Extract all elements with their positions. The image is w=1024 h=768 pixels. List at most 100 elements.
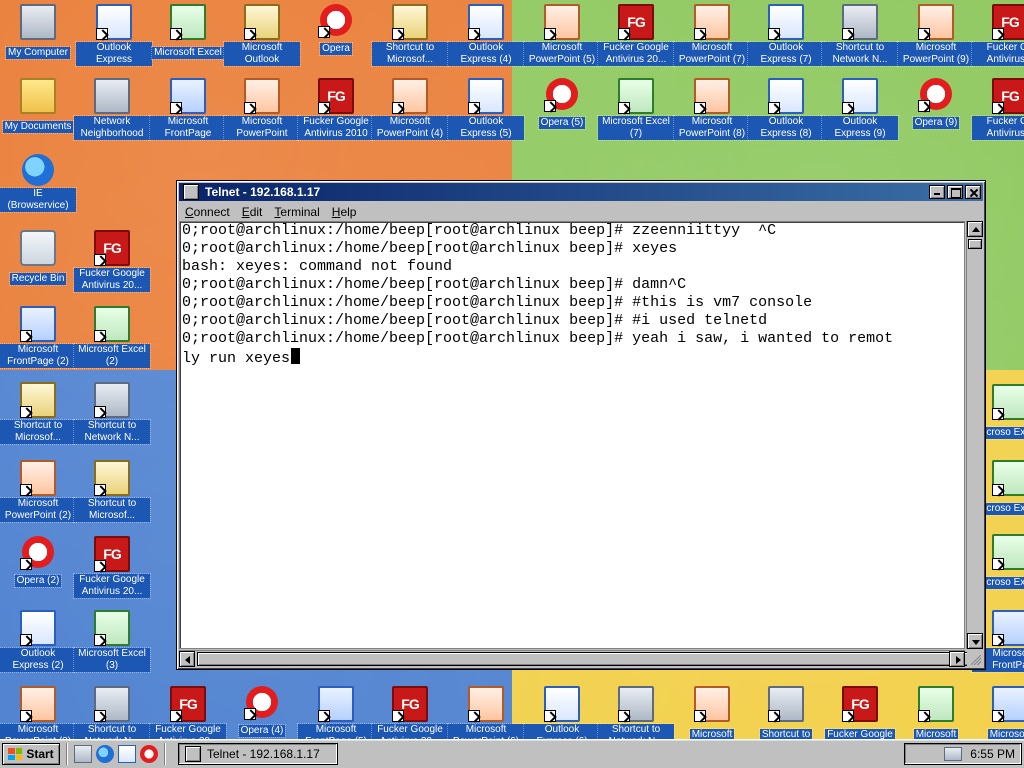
- desktop-icon[interactable]: Fucker Go Antivirus 2: [971, 74, 1024, 146]
- desktop-icon[interactable]: Microsoft Excel: [150, 0, 226, 72]
- desktop-icon[interactable]: Microsoft PowerPoint (5): [523, 0, 601, 72]
- desktop-icon[interactable]: Microsoft PowerPoint (8): [673, 74, 751, 146]
- desktop-icon[interactable]: Microsoft: [972, 682, 1024, 740]
- taskbar-button-telnet[interactable]: Telnet - 192.168.1.17: [178, 743, 338, 765]
- desktop-icon[interactable]: Opera: [298, 0, 374, 72]
- desktop-icon[interactable]: Outlook Express (7): [747, 0, 825, 72]
- desktop-icon[interactable]: Microsoft PowerPoint (9): [897, 0, 975, 72]
- horizontal-scrollbar[interactable]: [179, 650, 971, 667]
- desktop-icon[interactable]: Fucker Go Antivirus 2: [971, 0, 1024, 72]
- desktop-icon[interactable]: Network Neighborhood: [73, 74, 151, 146]
- scroll-down-button[interactable]: [967, 633, 983, 649]
- resize-grip[interactable]: [967, 651, 983, 667]
- desktop-icon[interactable]: Shortcut to Network N...: [73, 378, 151, 450]
- desktop-icon[interactable]: Shortcut to Network N...: [597, 682, 675, 740]
- desktop-icon[interactable]: Microsoft PowerPoint: [223, 74, 301, 146]
- shortcut-arrow-icon: [544, 710, 556, 722]
- desktop-icon[interactable]: Outlook Express (4): [447, 0, 525, 72]
- desktop-icon[interactable]: Shortcut to: [748, 682, 824, 740]
- desktop-icon[interactable]: Shortcut to Network N...: [73, 682, 151, 740]
- desktop-icon[interactable]: Outlook Express (8): [747, 74, 825, 146]
- desktop-icon[interactable]: Microsoft PowerPoint (6): [447, 682, 525, 740]
- desktop-icon[interactable]: Outlook Express: [75, 0, 153, 72]
- outlook-icon: [244, 4, 280, 40]
- desktop-icon[interactable]: Fucker Google Antivirus 20...: [597, 0, 675, 72]
- desktop-icon-label: Fucker Go Antivirus 2: [971, 41, 1024, 67]
- shortcut-arrow-icon: [318, 26, 330, 38]
- desktop-icon[interactable]: Outlook Express (9): [821, 74, 899, 146]
- desktop-icon[interactable]: Microsoft FrontPage (2): [0, 302, 77, 374]
- desktop-icon[interactable]: Outlook Express (2): [0, 606, 77, 678]
- desktop-icon[interactable]: Microsoft FrontPage: [149, 74, 227, 146]
- desktop-icon-label: Outlook Express (8): [747, 115, 825, 141]
- desktop-icon[interactable]: Outlook Express (6): [523, 682, 601, 740]
- clock[interactable]: 6:55 PM: [970, 747, 1015, 761]
- desktop-icon[interactable]: Outlook Express (5): [447, 74, 525, 146]
- desktop-icon[interactable]: Microsoft Outlook: [223, 0, 301, 72]
- scroll-right-button[interactable]: [949, 651, 965, 667]
- outlook-express-icon: [96, 4, 132, 40]
- vertical-scroll-thumb[interactable]: [968, 239, 982, 249]
- desktop-icon-label: Microsoft Excel (3): [73, 647, 151, 673]
- desktop-icon[interactable]: Shortcut to Microsof...: [0, 378, 77, 450]
- desktop-icon[interactable]: My Computer: [0, 0, 76, 72]
- desktop-icon[interactable]: Opera (5): [524, 74, 600, 146]
- menu-terminal[interactable]: Terminal: [268, 203, 325, 221]
- desktop-icon[interactable]: Microsoft Excel (2): [73, 302, 151, 374]
- shortcut-arrow-icon: [618, 102, 630, 114]
- vertical-scrollbar[interactable]: [966, 221, 983, 649]
- desktop-icon[interactable]: IE (Browservice): [0, 150, 77, 222]
- scroll-left-button[interactable]: [179, 651, 195, 667]
- powerpoint-icon: [244, 78, 280, 114]
- desktop-icon[interactable]: Fucker Google: [822, 682, 898, 740]
- desktop-icon[interactable]: Opera (4): [224, 682, 300, 740]
- desktop-icon[interactable]: Fucker Google Antivirus 20...: [73, 532, 151, 604]
- desktop-icon[interactable]: Shortcut to Microsof...: [371, 0, 449, 72]
- desktop-icon[interactable]: Microsoft PowerPoint (2): [0, 456, 77, 528]
- scroll-up-button[interactable]: [967, 221, 983, 237]
- menu-connect[interactable]: Connect: [179, 203, 236, 221]
- horizontal-scroll-thumb[interactable]: [197, 652, 971, 666]
- desktop-icon[interactable]: Microsoft PowerPoint (3): [0, 682, 77, 740]
- desktop-icon[interactable]: Microsoft: [898, 682, 974, 740]
- title-bar[interactable]: Telnet - 192.168.1.17: [179, 183, 983, 201]
- network-icon: [768, 686, 804, 722]
- shortcut-arrow-icon: [842, 710, 854, 722]
- desktop-icon[interactable]: Fucker Google Antivirus 20...: [371, 682, 449, 740]
- window-controls: [929, 185, 981, 199]
- desktop-icon[interactable]: Microsoft Excel (7): [597, 74, 675, 146]
- terminal-lines: 0;root@archlinux:/home/beep[root@archlin…: [182, 222, 964, 648]
- desktop-icon[interactable]: Shortcut to Network N...: [821, 0, 899, 72]
- close-button[interactable]: [965, 185, 981, 199]
- desktop-icon[interactable]: Fucker Google Antivirus 20...: [73, 226, 151, 298]
- network-tray-icon[interactable]: [944, 747, 963, 761]
- desktop-icon[interactable]: My Documents: [0, 74, 76, 146]
- desktop-icon[interactable]: Microsoft PowerPoint (7): [673, 0, 751, 72]
- powerpoint-icon: [544, 4, 580, 40]
- telnet-window[interactable]: Telnet - 192.168.1.17 Connect Edit Termina…: [176, 180, 986, 670]
- menu-edit[interactable]: Edit: [236, 203, 269, 221]
- shortcut-arrow-icon: [768, 710, 780, 722]
- ie-quicklaunch-icon[interactable]: [96, 745, 114, 763]
- maximize-button[interactable]: [947, 185, 963, 199]
- desktop-icon[interactable]: Microsoft FrontPage (5): [297, 682, 375, 740]
- minimize-button[interactable]: [929, 185, 945, 199]
- opera-quicklaunch-icon[interactable]: [140, 745, 158, 763]
- desktop-icon[interactable]: Microsoft PowerPoint (4): [371, 74, 449, 146]
- outlook-quicklaunch-icon[interactable]: [118, 745, 136, 763]
- desktop-icon[interactable]: Shortcut to Microsof...: [73, 456, 151, 528]
- desktop-icon[interactable]: Fucker Google Antivirus 2010: [297, 74, 375, 146]
- desktop-icon[interactable]: Microsoft Excel (3): [73, 606, 151, 678]
- desktop-icon[interactable]: Opera (2): [0, 532, 76, 604]
- menu-help[interactable]: Help: [326, 203, 363, 221]
- antivirus-icon: [94, 230, 130, 266]
- desktop-icon[interactable]: Microsoft: [674, 682, 750, 740]
- start-button[interactable]: Start: [2, 743, 60, 765]
- show-desktop-icon[interactable]: [74, 745, 92, 763]
- terminal-output[interactable]: 0;root@archlinux:/home/beep[root@archlin…: [179, 221, 965, 649]
- desktop-icon[interactable]: Recycle Bin: [0, 226, 76, 298]
- desktop-icon-label: Outlook Express (4): [447, 41, 525, 67]
- desktop-icon[interactable]: Opera (9): [898, 74, 974, 146]
- start-label: Start: [26, 747, 54, 761]
- desktop-icon[interactable]: Fucker Google Antivirus 20...: [149, 682, 227, 740]
